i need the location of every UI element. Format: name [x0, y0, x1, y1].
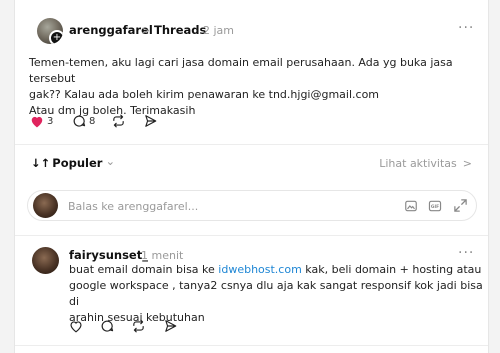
comment-text: kak, beli domain + hosting atau — [301, 263, 482, 276]
comment-count: 8 — [89, 115, 96, 127]
chevron-right-icon: > — [462, 157, 472, 170]
view-activity-link[interactable]: Lihat aktivitas > — [379, 157, 472, 170]
divider — [15, 345, 488, 346]
comment-username[interactable]: fairysunset_ — [69, 248, 148, 262]
comment-line: buat email domain bisa ke idwebhost.com … — [69, 262, 488, 278]
breadcrumb-separator: > — [141, 24, 151, 37]
svg-text:GIF: GIF — [431, 204, 439, 210]
repost-icon — [113, 114, 124, 128]
comment-avatar[interactable] — [32, 247, 59, 274]
post-line: Atau dm jg boleh. Terimakasih — [29, 104, 196, 117]
comment-icon[interactable] — [100, 319, 114, 333]
like-button[interactable]: 3 — [30, 113, 53, 129]
comment-link[interactable]: idwebhost.com — [218, 263, 302, 276]
comment-text: buat email domain bisa ke — [69, 263, 219, 276]
repost-icon[interactable] — [131, 319, 146, 333]
heart-icon[interactable] — [69, 320, 83, 333]
divider — [15, 235, 488, 236]
share-button[interactable] — [143, 113, 158, 129]
sort-label: Populer — [52, 156, 103, 170]
avatar[interactable]: + — [37, 18, 63, 44]
reply-avatar — [33, 193, 58, 218]
comment-icon — [73, 115, 86, 127]
post-line: Temen-temen, aku lagi cari jasa domain e… — [29, 56, 453, 85]
follow-plus-icon[interactable]: + — [49, 30, 63, 44]
comment-body: buat email domain bisa ke idwebhost.com … — [69, 262, 488, 326]
reply-box[interactable]: Balas ke arenggafarel... GIF — [27, 190, 477, 221]
expand-icon[interactable] — [453, 198, 468, 213]
post-time: 2 jam — [203, 24, 235, 37]
view-activity-label: Lihat aktivitas — [379, 157, 457, 170]
community-link[interactable]: Threads — [154, 23, 206, 37]
repost-button[interactable] — [111, 113, 126, 129]
post-line: gak?? Kalau ada boleh kirim penawaran ke… — [29, 88, 380, 101]
more-options-icon[interactable]: ··· — [458, 20, 474, 36]
gif-icon[interactable]: GIF — [428, 199, 442, 213]
comment-more-options-icon[interactable]: ··· — [458, 245, 474, 261]
comment-button[interactable]: 8 — [72, 113, 95, 129]
like-count: 3 — [47, 115, 54, 127]
share-icon — [145, 115, 157, 127]
post-body: Temen-temen, aku lagi cari jasa domain e… — [29, 55, 488, 119]
share-icon[interactable] — [163, 319, 178, 333]
chevron-down-icon: ⌄ — [105, 154, 116, 168]
image-icon[interactable] — [404, 199, 418, 213]
sort-arrows-icon: ↓↑ — [31, 156, 51, 170]
sort-dropdown[interactable]: ↓↑ Populer ⌄ — [31, 154, 116, 170]
heart-icon — [31, 116, 43, 127]
comment-line: google workspace , tanya2 csnya dlu aja … — [69, 279, 483, 308]
post-card: + arenggafarel > Threads 2 jam ··· Temen… — [14, 0, 489, 353]
comment-time: 1 menit — [141, 249, 184, 262]
reply-input[interactable]: Balas ke arenggafarel... — [68, 200, 198, 213]
divider — [15, 144, 488, 145]
